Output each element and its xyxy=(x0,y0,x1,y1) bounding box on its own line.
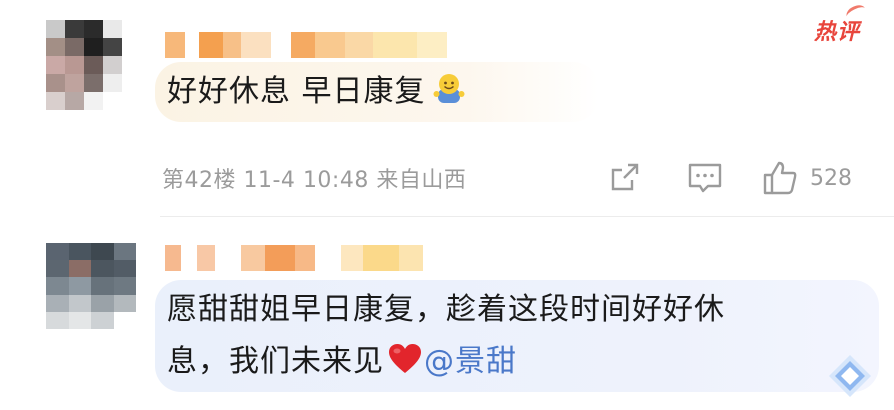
comment-text-line-1: 愿甜甜姐早日康复，趁着这段时间好好休 xyxy=(167,292,725,327)
comment-time: 10:48 xyxy=(302,168,369,193)
comment-icon xyxy=(688,163,722,193)
diamond-sticker-icon xyxy=(829,355,871,397)
smiley-emoji-icon xyxy=(433,74,465,103)
divider xyxy=(160,216,894,217)
thumbs-up-icon xyxy=(763,161,797,195)
comment-text: 好好休息 早日康复 xyxy=(167,67,587,117)
comment-meta: 第42楼 11-4 10:48 来自山西 xyxy=(162,162,466,194)
like-button[interactable]: 528 xyxy=(762,160,852,196)
username-pixelated[interactable] xyxy=(165,245,423,271)
comment-location: 来自山西 xyxy=(376,168,467,193)
avatar-pixelated[interactable] xyxy=(46,20,122,110)
reply-button[interactable] xyxy=(686,160,724,194)
avatar-pixelated[interactable] xyxy=(46,243,136,329)
hot-comment-badge: 热评 xyxy=(814,14,860,46)
like-count: 528 xyxy=(810,165,852,191)
red-heart-icon xyxy=(389,344,421,373)
comment-bubble: 愿甜甜姐早日康复，趁着这段时间好好休 息，我们未来见 @景甜 xyxy=(155,280,879,392)
comment-bubble: 好好休息 早日康复 xyxy=(155,62,599,122)
username-pixelated[interactable] xyxy=(165,32,447,58)
share-button[interactable] xyxy=(608,160,642,194)
floor-number: 第42楼 xyxy=(162,168,236,193)
comment-2: 愿甜甜姐早日康复，趁着这段时间好好休 息，我们未来见 @景甜 xyxy=(0,218,894,410)
comment-text-line-2: 息，我们未来见 @景甜 xyxy=(167,344,517,379)
share-icon xyxy=(611,163,639,191)
comment-date: 11-4 xyxy=(243,168,296,193)
comment-1: 好好休息 早日康复 第42楼 11-4 10:48 来自山西 528 热评 xyxy=(0,0,894,215)
mention-link[interactable]: @景甜 xyxy=(424,344,517,379)
comment-text: 愿甜甜姐早日康复，趁着这段时间好好休 息，我们未来见 @景甜 xyxy=(167,284,867,388)
